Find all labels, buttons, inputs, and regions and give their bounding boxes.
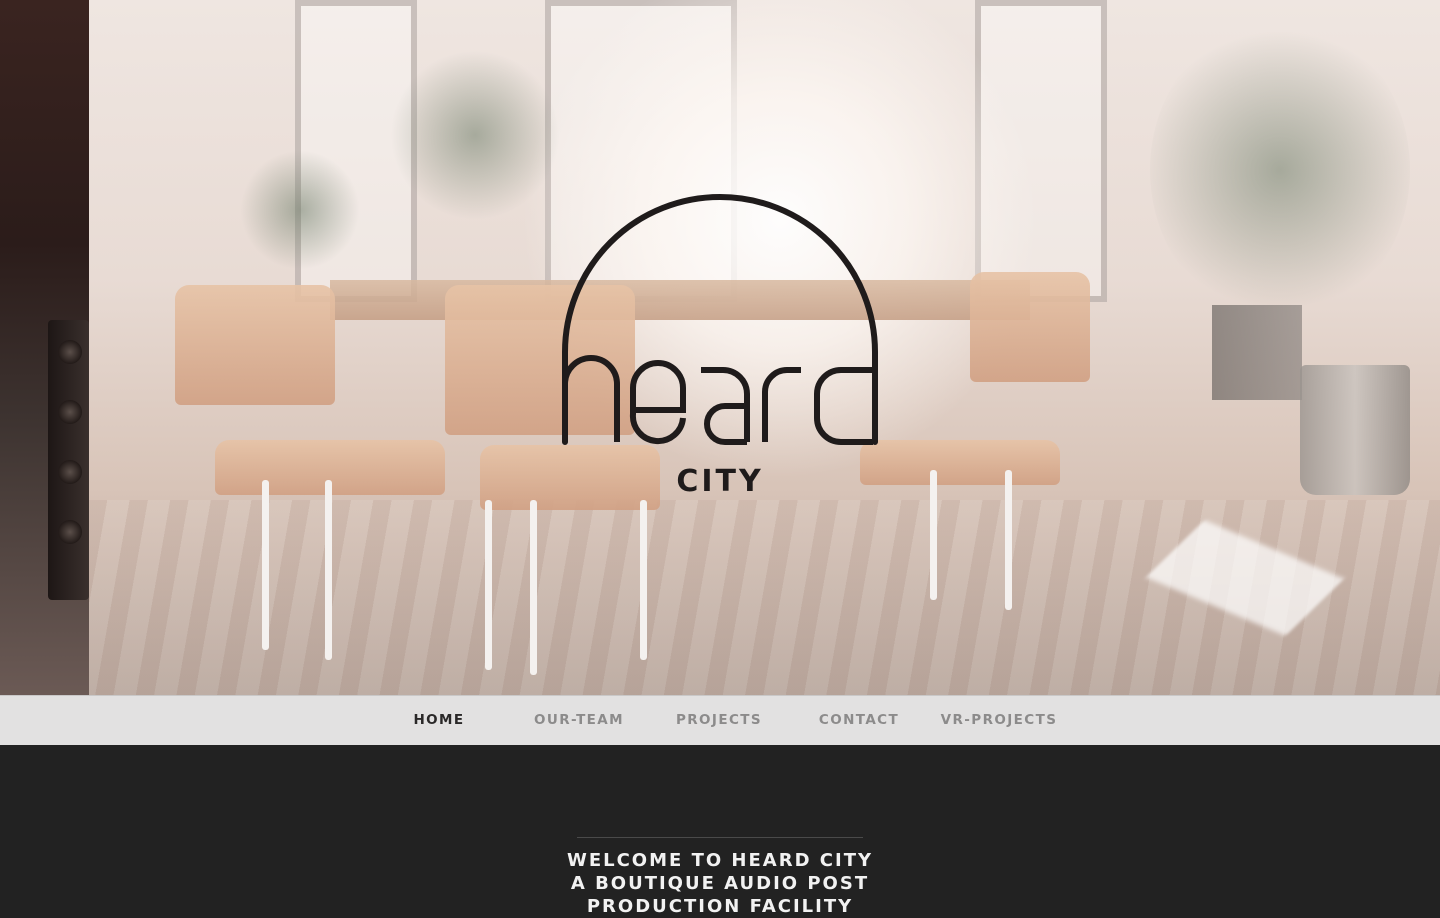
plant-image [390, 50, 560, 220]
welcome-line: PRODUCTION FACILITY [586, 896, 854, 917]
planter-image [1300, 365, 1410, 495]
welcome-heading: WELCOME TO HEARD CITY A BOUTIQUE AUDIO P… [500, 849, 940, 918]
welcome-line: A BOUTIQUE AUDIO POST [570, 873, 870, 894]
section-divider [577, 837, 863, 838]
chair-image [175, 285, 335, 405]
nav-our-team[interactable]: OUR-TEAM [530, 696, 628, 745]
welcome-section: WELCOME TO HEARD CITY A BOUTIQUE AUDIO P… [0, 745, 1440, 917]
chair-leg-image [262, 480, 269, 650]
heard-city-logo[interactable]: CITY [555, 192, 885, 502]
nav-home[interactable]: HOME [404, 696, 474, 745]
plant-image [1150, 20, 1410, 320]
nav-vr-projects[interactable]: VR-PROJECTS [934, 696, 1064, 745]
chair-image [970, 272, 1090, 382]
logo-city-text: CITY [676, 464, 764, 499]
chair-leg-image [1005, 470, 1012, 610]
speaker-image [48, 320, 89, 600]
main-navigation: HOME OUR-TEAM PROJECTS CONTACT VR-PROJEC… [0, 695, 1440, 745]
planter-image [1212, 305, 1302, 400]
chair-image [860, 440, 1060, 485]
hero-banner: CITY [0, 0, 1440, 695]
chair-leg-image [640, 500, 647, 660]
chair-leg-image [530, 500, 537, 675]
chair-leg-image [485, 500, 492, 670]
heard-logo-mark [562, 194, 878, 445]
chair-leg-image [325, 480, 332, 660]
chair-leg-image [930, 470, 937, 600]
plant-image [240, 150, 360, 270]
nav-projects[interactable]: PROJECTS [670, 696, 768, 745]
nav-contact[interactable]: CONTACT [812, 696, 906, 745]
welcome-line: WELCOME TO HEARD CITY [566, 850, 874, 871]
